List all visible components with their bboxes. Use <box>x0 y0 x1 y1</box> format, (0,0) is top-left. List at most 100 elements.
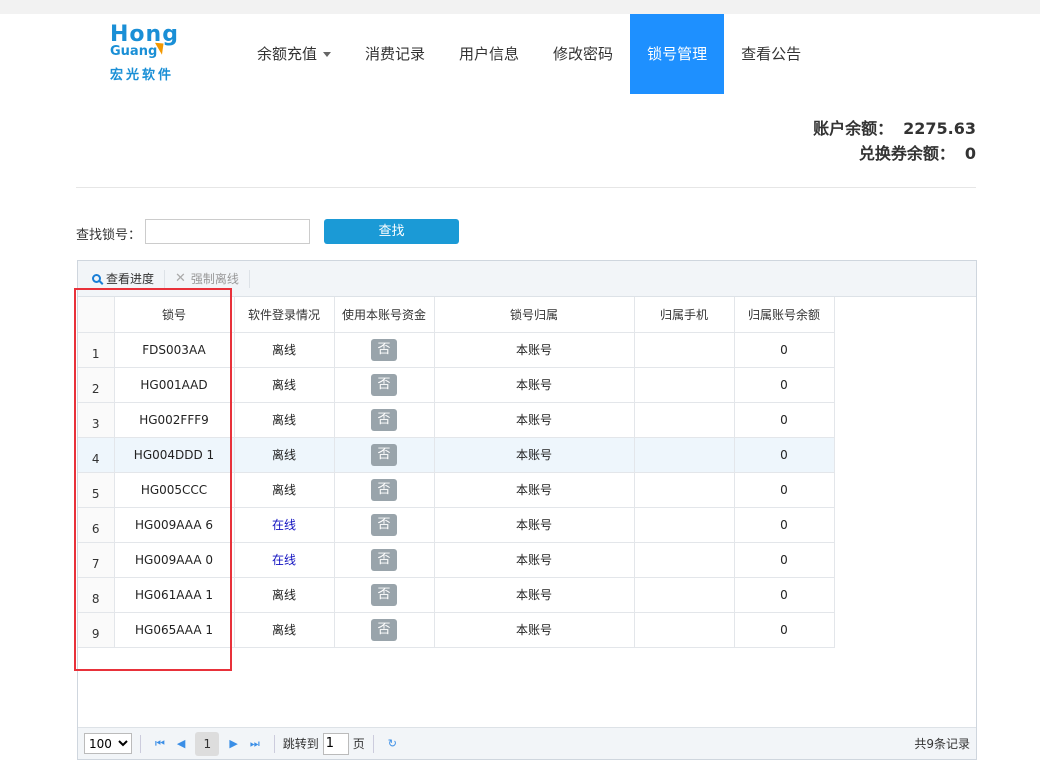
cell-owner-balance: 0 <box>734 612 835 648</box>
view-progress-label: 查看进度 <box>106 272 155 286</box>
first-page-icon[interactable]: ⏮ <box>155 737 165 751</box>
table-row[interactable]: 2 HG001AAD 离线 否 本账号 0 <box>78 367 835 403</box>
pager-separator <box>273 734 275 753</box>
balance-panel: 账户余额： 2275.63 兑换券余额： 0 <box>813 116 976 166</box>
cell-use-funds: 否 <box>334 472 435 508</box>
main-nav: 余额充值 消费记录 用户信息 修改密码 锁号管理 查看公告 <box>240 14 818 94</box>
page-size-select[interactable]: 100 <box>84 733 132 754</box>
cell-phone <box>634 542 735 578</box>
nav-item-label: 余额充值 <box>257 45 318 63</box>
nav-item-label: 锁号管理 <box>647 45 708 63</box>
cell-owner: 本账号 <box>434 612 635 648</box>
row-number: 7 <box>78 542 115 578</box>
toolbar-separator <box>248 269 250 288</box>
search-label: 查找锁号： <box>76 228 142 243</box>
divider <box>76 187 976 188</box>
nav-item-recharge[interactable]: 余额充值 <box>240 14 348 94</box>
top-strip <box>0 0 1040 14</box>
use-funds-toggle-button[interactable]: 否 <box>371 583 397 606</box>
row-number: 3 <box>78 402 115 438</box>
close-icon: ✕ <box>175 271 186 286</box>
next-page-icon[interactable]: ▶ <box>229 737 237 750</box>
table-row[interactable]: 8 HG061AAA 1 离线 否 本账号 0 <box>78 577 835 613</box>
cell-lock: HG004DDD 1 <box>114 437 235 473</box>
pagination-bar: 100 ⏮ ◀ 1 ▶ ⏭ 跳转到 页 ↻ 共9条记录 <box>78 727 976 759</box>
cell-owner-balance: 0 <box>734 472 835 508</box>
nav-item-label: 消费记录 <box>365 45 426 63</box>
cell-use-funds: 否 <box>334 332 435 368</box>
table-row[interactable]: 1 FDS003AA 离线 否 本账号 0 <box>78 332 835 368</box>
use-funds-toggle-button[interactable]: 否 <box>371 548 397 571</box>
nav-item-change-password[interactable]: 修改密码 <box>536 14 630 94</box>
cell-owner: 本账号 <box>434 577 635 613</box>
cell-login-status: 离线 <box>234 437 335 473</box>
cell-lock: HG009AAA 0 <box>114 542 235 578</box>
account-balance-value: 2275.63 <box>903 119 976 138</box>
use-funds-toggle-button[interactable]: 否 <box>371 408 397 431</box>
table-row[interactable]: 7 HG009AAA 0 在线 否 本账号 0 <box>78 542 835 578</box>
cell-use-funds: 否 <box>334 507 435 543</box>
use-funds-toggle-button[interactable]: 否 <box>371 373 397 396</box>
logo-text-en-bottom: Guang <box>110 44 158 59</box>
cell-phone <box>634 612 735 648</box>
table-row[interactable]: 6 HG009AAA 6 在线 否 本账号 0 <box>78 507 835 543</box>
voucher-balance-label: 兑换券余额： <box>858 144 955 163</box>
table-header-row: 锁号 软件登录情况 使用本账号资金 锁号归属 归属手机 归属账号余额 <box>78 297 835 333</box>
table-row[interactable]: 9 HG065AAA 1 离线 否 本账号 0 <box>78 612 835 648</box>
lock-table: 锁号 软件登录情况 使用本账号资金 锁号归属 归属手机 归属账号余额 1 FDS0… <box>78 297 835 648</box>
column-header-use-funds[interactable]: 使用本账号资金 <box>334 297 435 333</box>
cell-owner-balance: 0 <box>734 402 835 438</box>
nav-item-announcements[interactable]: 查看公告 <box>724 14 818 94</box>
nav-item-user-info[interactable]: 用户信息 <box>442 14 536 94</box>
total-records: 共9条记录 <box>914 737 970 751</box>
current-page[interactable]: 1 <box>195 731 220 756</box>
jump-page-input[interactable] <box>322 732 349 755</box>
cell-use-funds: 否 <box>334 577 435 613</box>
use-funds-toggle-button[interactable]: 否 <box>371 513 397 536</box>
search-input[interactable] <box>145 219 310 244</box>
column-header-phone[interactable]: 归属手机 <box>634 297 735 333</box>
cell-phone <box>634 437 735 473</box>
force-offline-label: 强制离线 <box>190 272 239 286</box>
cell-phone <box>634 507 735 543</box>
column-header-owner[interactable]: 锁号归属 <box>434 297 635 333</box>
account-balance-label: 账户余额： <box>813 119 894 138</box>
use-funds-toggle-button[interactable]: 否 <box>371 443 397 466</box>
column-header-owner-balance[interactable]: 归属账号余额 <box>734 297 835 333</box>
cell-login-status: 离线 <box>234 577 335 613</box>
row-number-header <box>78 297 115 333</box>
cell-lock: HG001AAD <box>114 367 235 403</box>
column-header-lock[interactable]: 锁号 <box>114 297 235 333</box>
cell-owner-balance: 0 <box>734 577 835 613</box>
nav-item-consumption[interactable]: 消费记录 <box>348 14 442 94</box>
cell-login-status: 离线 <box>234 332 335 368</box>
force-offline-button[interactable]: ✕ 强制离线 <box>169 270 245 287</box>
company-logo[interactable]: Hong Guang 宏光软件 <box>108 22 188 83</box>
use-funds-toggle-button[interactable]: 否 <box>371 618 397 641</box>
use-funds-toggle-button[interactable]: 否 <box>371 338 397 361</box>
cell-owner-balance: 0 <box>734 507 835 543</box>
cell-owner-balance: 0 <box>734 332 835 368</box>
use-funds-toggle-button[interactable]: 否 <box>371 478 397 501</box>
view-progress-button[interactable]: 查看进度 <box>86 270 160 287</box>
last-page-icon[interactable]: ⏭ <box>250 737 260 751</box>
cell-owner-balance: 0 <box>734 437 835 473</box>
cell-login-status: 离线 <box>234 612 335 648</box>
prev-page-icon[interactable]: ◀ <box>177 737 185 750</box>
toolbar-separator <box>164 269 166 288</box>
cell-phone <box>634 577 735 613</box>
voucher-balance-value: 0 <box>964 144 976 163</box>
cell-use-funds: 否 <box>334 437 435 473</box>
cell-owner-balance: 0 <box>734 367 835 403</box>
column-header-login-status[interactable]: 软件登录情况 <box>234 297 335 333</box>
cell-owner: 本账号 <box>434 437 635 473</box>
table-row[interactable]: 4 HG004DDD 1 离线 否 本账号 0 <box>78 437 835 473</box>
cell-login-status: 在线 <box>234 542 335 578</box>
refresh-icon[interactable]: ↻ <box>388 737 397 750</box>
table-row[interactable]: 5 HG005CCC 离线 否 本账号 0 <box>78 472 835 508</box>
cell-owner-balance: 0 <box>734 542 835 578</box>
nav-item-lock-management[interactable]: 锁号管理 <box>630 14 725 94</box>
cell-lock: HG002FFF9 <box>114 402 235 438</box>
search-button[interactable]: 查找 <box>324 219 459 244</box>
table-row[interactable]: 3 HG002FFF9 离线 否 本账号 0 <box>78 402 835 438</box>
